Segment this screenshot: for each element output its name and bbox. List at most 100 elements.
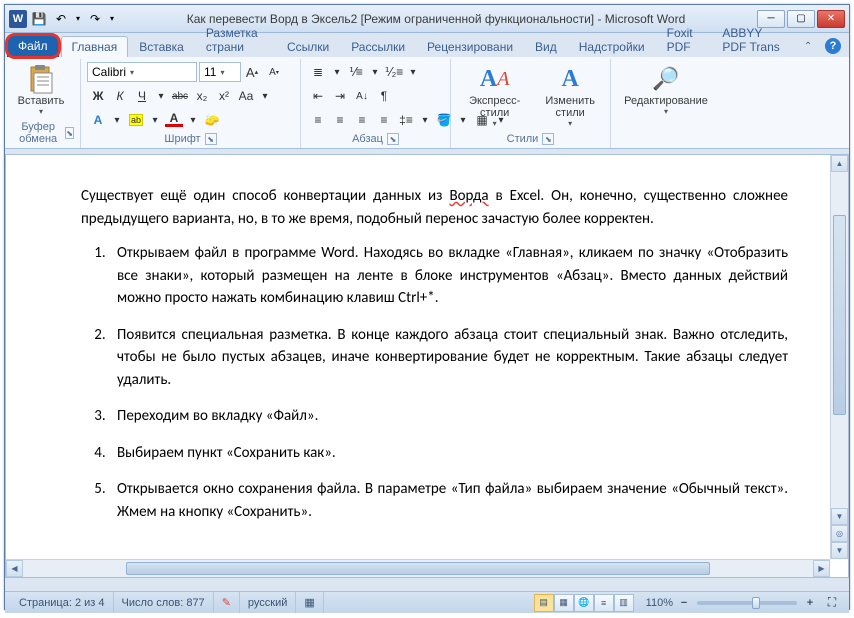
undo-dropdown[interactable]: ▾ <box>73 9 83 29</box>
find-button[interactable]: 🔎 Редактирование ▾ <box>617 61 715 118</box>
font-color-dropdown[interactable]: ▾ <box>185 109 201 131</box>
list-item[interactable]: Появится специальная разметка. В конце к… <box>109 324 788 392</box>
zoom-thumb[interactable] <box>752 597 760 609</box>
list-item[interactable]: Выбираем пункт «Сохранить как». <box>109 442 788 465</box>
zoom-level[interactable]: 110% <box>642 597 677 609</box>
decrease-indent-button[interactable]: ⇤ <box>307 85 329 107</box>
document-content[interactable]: Существует ещё один способ конвертации д… <box>6 155 848 557</box>
sort-button[interactable]: A↓ <box>351 85 373 107</box>
show-marks-button[interactable]: ¶ <box>373 85 395 107</box>
status-page[interactable]: Страница: 2 из 4 <box>11 592 114 613</box>
underline-dropdown[interactable]: ▾ <box>153 85 169 107</box>
customize-qat[interactable]: ▾ <box>107 9 117 29</box>
quick-styles-button[interactable]: AA Экспресс-стили ▾ <box>457 61 532 130</box>
tab-home[interactable]: Главная <box>61 36 129 57</box>
zoom-in-button[interactable]: + <box>803 596 817 610</box>
paragraph-launcher[interactable]: ⬊ <box>387 133 399 145</box>
tab-view[interactable]: Вид <box>524 36 568 57</box>
scroll-down-button[interactable]: ▼ <box>831 508 848 525</box>
scroll-up-button[interactable]: ▲ <box>831 155 848 172</box>
text-effects-dropdown[interactable]: ▾ <box>109 109 125 131</box>
strike-button[interactable]: abc <box>169 85 191 107</box>
superscript-button[interactable]: x² <box>213 85 235 107</box>
numbering-button[interactable]: ⅟≡ <box>345 61 367 83</box>
scroll-left-button[interactable]: ◀ <box>6 560 23 577</box>
list-item[interactable]: Переходим во вкладку «Файл». <box>109 405 788 428</box>
status-macro[interactable]: ▦ <box>296 592 323 613</box>
status-proofing[interactable]: ✎ <box>214 592 240 613</box>
tab-foxit[interactable]: Foxit PDF <box>656 22 712 57</box>
proofing-icon: ✎ <box>222 596 231 609</box>
change-styles-button[interactable]: A Изменить стили ▾ <box>536 61 604 130</box>
highlight-button[interactable]: ab <box>125 109 147 131</box>
underline-button[interactable]: Ч <box>131 85 153 107</box>
view-fullscreen[interactable]: ▦ <box>554 594 574 612</box>
font-size-combo[interactable]: 11▾ <box>199 62 241 82</box>
font-launcher[interactable]: ⬊ <box>205 133 217 145</box>
fit-window-button[interactable]: ⛶ <box>821 592 843 614</box>
font-name-combo[interactable]: Calibri▾ <box>87 62 197 82</box>
view-draft[interactable]: ▥ <box>614 594 634 612</box>
multilevel-button[interactable]: ⅟₂≡ <box>383 61 405 83</box>
close-button[interactable]: ✕ <box>817 10 845 28</box>
bold-button[interactable]: Ж <box>87 85 109 107</box>
bullets-dropdown[interactable]: ▾ <box>329 61 345 83</box>
tab-references[interactable]: Ссылки <box>276 36 340 57</box>
text-effects-button[interactable]: A <box>87 109 109 131</box>
line-spacing-button[interactable]: ‡≡ <box>395 109 417 131</box>
spell-error[interactable]: Ворда <box>449 187 488 205</box>
styles-launcher[interactable]: ⬊ <box>542 133 554 145</box>
paste-button[interactable]: Вставить ▾ <box>15 61 67 118</box>
change-case-dropdown[interactable]: ▾ <box>257 85 273 107</box>
grow-font-button[interactable]: A▴ <box>241 61 263 83</box>
status-word-count[interactable]: Число слов: 877 <box>114 592 214 613</box>
vscroll-thumb[interactable] <box>833 215 846 415</box>
tab-mailings[interactable]: Рассылки <box>340 36 416 57</box>
undo-button[interactable]: ↶ <box>51 9 71 29</box>
tabs-right: ⌃ ? <box>797 35 847 57</box>
view-print-layout[interactable]: ▤ <box>534 594 554 612</box>
intro-paragraph[interactable]: Существует ещё один способ конвертации д… <box>81 185 788 230</box>
tab-page-layout[interactable]: Разметка страни <box>195 22 276 57</box>
minimize-ribbon-button[interactable]: ⌃ <box>797 35 819 57</box>
view-outline[interactable]: ≡ <box>594 594 614 612</box>
tab-review[interactable]: Рецензировани <box>416 36 524 57</box>
status-language[interactable]: русский <box>240 592 296 613</box>
tab-file[interactable]: Файл <box>7 35 59 57</box>
italic-button[interactable]: К <box>109 85 131 107</box>
zoom-slider[interactable] <box>697 601 797 605</box>
line-spacing-dropdown[interactable]: ▾ <box>417 109 433 131</box>
view-web[interactable]: 🌐 <box>574 594 594 612</box>
font-color-button[interactable]: A <box>163 109 185 131</box>
list-item[interactable]: Открываем файл в программе Word. Находяс… <box>109 242 788 310</box>
app-icon[interactable]: W <box>9 10 27 28</box>
increase-indent-button[interactable]: ⇥ <box>329 85 351 107</box>
align-center-button[interactable]: ≡ <box>329 109 351 131</box>
save-button[interactable]: 💾 <box>29 9 49 29</box>
justify-button[interactable]: ≡ <box>373 109 395 131</box>
bullets-button[interactable]: ≣ <box>307 61 329 83</box>
multilevel-dropdown[interactable]: ▾ <box>405 61 421 83</box>
list-item[interactable]: Открывается окно сохранения файла. В пар… <box>109 478 788 523</box>
hscroll-thumb[interactable] <box>126 562 710 575</box>
subscript-button[interactable]: x₂ <box>191 85 213 107</box>
tab-addins[interactable]: Надстройки <box>568 36 656 57</box>
prev-page-button[interactable]: ◎ <box>831 525 848 542</box>
clipboard-launcher[interactable]: ⬊ <box>65 127 74 139</box>
shrink-font-button[interactable]: A▾ <box>263 61 285 83</box>
zoom-out-button[interactable]: − <box>677 596 691 610</box>
highlight-dropdown[interactable]: ▾ <box>147 109 163 131</box>
align-right-button[interactable]: ≡ <box>351 109 373 131</box>
horizontal-scrollbar[interactable]: ◀ ▶ <box>6 559 830 577</box>
tab-abbyy[interactable]: ABBYY PDF Trans <box>711 22 797 57</box>
next-page-button[interactable]: ▼ <box>831 542 848 559</box>
align-left-button[interactable]: ≡ <box>307 109 329 131</box>
clear-format-button[interactable]: 🧽 <box>201 109 223 131</box>
change-case-button[interactable]: Aa <box>235 85 257 107</box>
help-button[interactable]: ? <box>825 38 841 54</box>
redo-button[interactable]: ↷ <box>85 9 105 29</box>
scroll-right-button[interactable]: ▶ <box>813 560 830 577</box>
tab-insert[interactable]: Вставка <box>128 36 195 57</box>
numbering-dropdown[interactable]: ▾ <box>367 61 383 83</box>
vertical-scrollbar[interactable]: ▲ ▼ ◎ ▼ <box>830 155 848 559</box>
